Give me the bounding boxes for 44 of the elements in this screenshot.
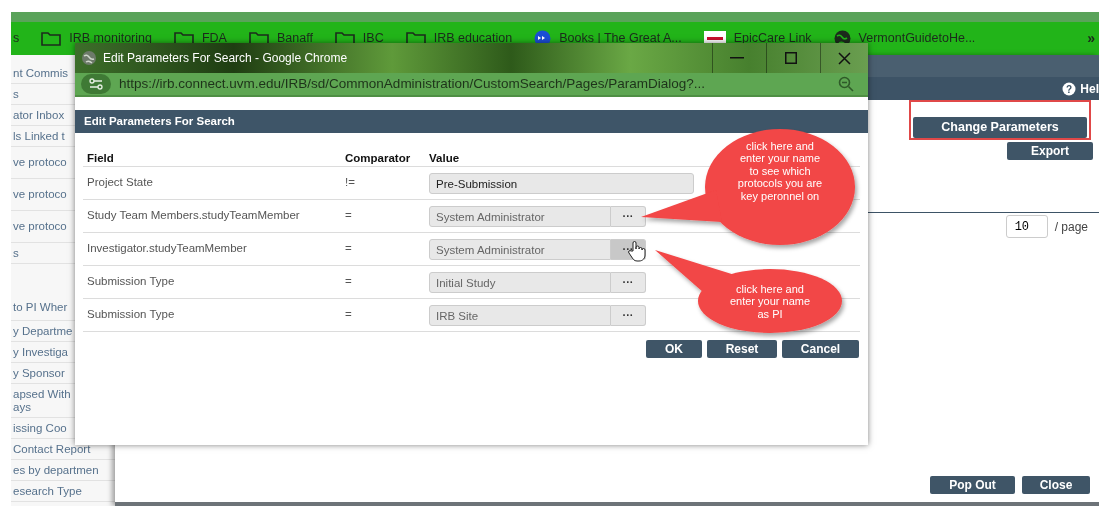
zoom-icon[interactable] xyxy=(838,76,854,92)
sidebar-item[interactable]: es by departmen xyxy=(11,460,115,481)
cancel-button[interactable]: Cancel xyxy=(782,340,859,359)
maximize-icon xyxy=(784,52,797,64)
column-header: Comparator xyxy=(345,151,411,166)
column-header: Field xyxy=(86,151,114,166)
comparator-text: = xyxy=(345,274,352,290)
lookup-field[interactable]: System Administrator xyxy=(429,238,611,260)
sidebar-item[interactable]: esearch Type xyxy=(11,481,115,502)
lookup-button[interactable]: ··· xyxy=(611,271,646,293)
help-link[interactable]: Hel xyxy=(1080,79,1099,98)
lookup-button[interactable]: ··· xyxy=(611,205,646,227)
minimize-icon xyxy=(729,57,744,59)
value-dropdown[interactable]: Pre-Submission xyxy=(429,172,694,194)
bookmark-label[interactable]: s xyxy=(13,29,20,48)
comparator-text: = xyxy=(345,241,352,257)
close-icon xyxy=(838,51,851,65)
lookup-field[interactable]: Initial Study xyxy=(429,271,611,293)
lookup-button[interactable]: ··· xyxy=(611,304,646,326)
pop-out-button[interactable]: Pop Out xyxy=(930,475,1015,494)
callout-text: click here and enter your name to see which protocols you are key peronnel on xyxy=(736,140,824,203)
per-page-field[interactable]: 10 xyxy=(1005,215,1048,239)
bookmark-link[interactable]: VermontGuidetoHe... xyxy=(858,29,976,48)
column-header: Value xyxy=(429,151,460,166)
ok-button[interactable]: OK xyxy=(646,340,702,359)
help-icon[interactable]: ? xyxy=(1062,81,1077,96)
folder-icon xyxy=(41,31,62,46)
comparator-text: != xyxy=(345,175,355,191)
callout-text: click here and enter your name as PI xyxy=(728,283,812,321)
per-page-label: / page xyxy=(1054,218,1088,236)
comparator-text: = xyxy=(345,208,352,224)
field-name: Submission Type xyxy=(86,274,175,290)
lookup-field[interactable]: IRB Site xyxy=(429,304,611,326)
globe-icon xyxy=(81,50,97,66)
site-settings-icon[interactable] xyxy=(81,74,111,94)
close-button[interactable]: Close xyxy=(1022,475,1090,494)
hand-cursor-icon xyxy=(627,240,647,262)
dialog-header: Edit Parameters For Search xyxy=(75,110,868,133)
change-parameters-button[interactable]: Change Parameters xyxy=(913,117,1087,138)
comparator-text: = xyxy=(345,307,352,323)
export-button[interactable]: Export xyxy=(1007,142,1093,161)
bookmarks-overflow-button[interactable]: » xyxy=(1087,28,1095,49)
lookup-field[interactable]: System Administrator xyxy=(429,205,611,227)
reset-button[interactable]: Reset xyxy=(707,340,777,359)
